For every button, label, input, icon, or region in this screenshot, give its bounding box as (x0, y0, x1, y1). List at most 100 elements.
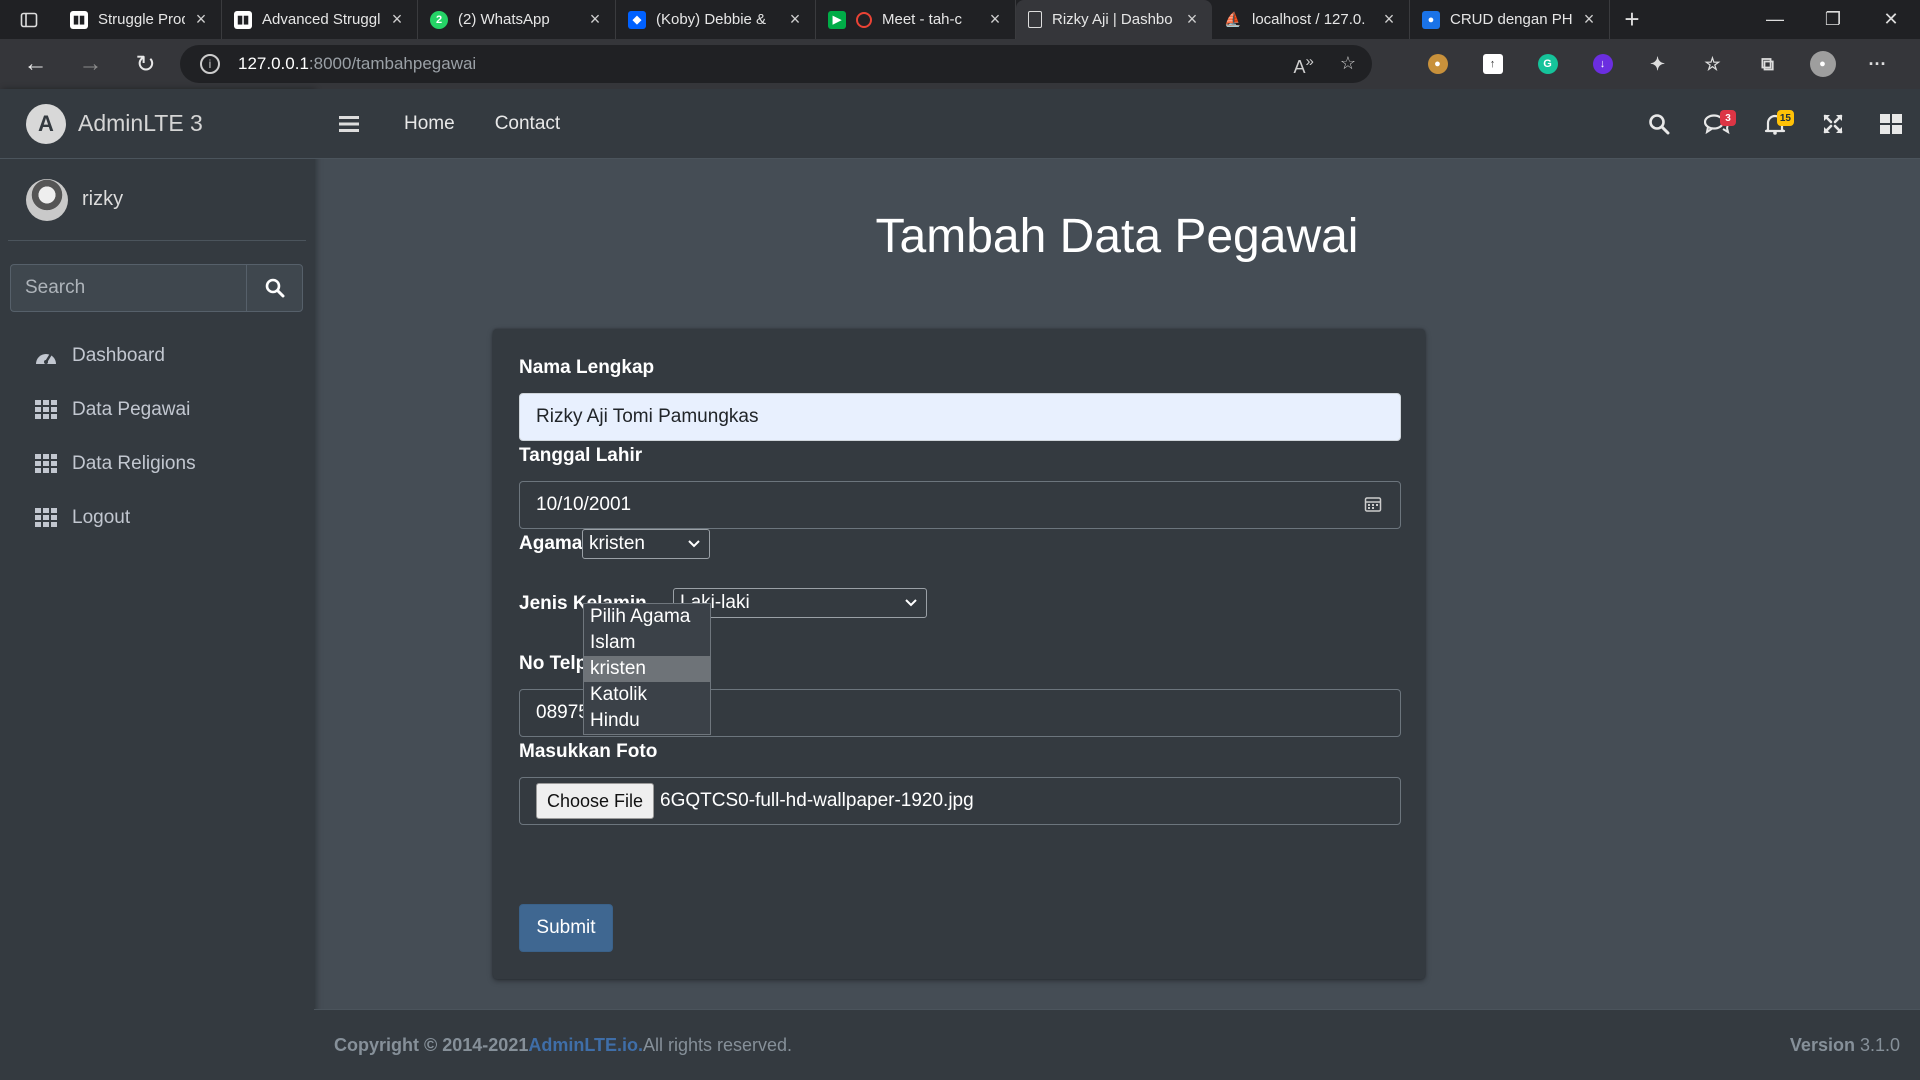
read-aloud-icon[interactable]: A» (1294, 53, 1314, 78)
chevron-down-icon (688, 540, 700, 548)
close-tab-icon[interactable]: × (1379, 9, 1399, 30)
tab-title: (2) WhatsApp (458, 11, 550, 28)
notifications-button[interactable]: 15 (1746, 89, 1804, 159)
sidebar-search-input[interactable]: Search (10, 264, 246, 312)
agama-option[interactable]: Katolik (584, 682, 710, 708)
browser-tab-active[interactable]: Rizky Aji | Dashbo × (1016, 0, 1212, 39)
brand-link[interactable]: A AdminLTE 3 (0, 89, 314, 159)
collections-icon[interactable]: ⧉ (1740, 54, 1795, 74)
main-footer: Copyright © 2014-2021 AdminLTE.io. All r… (314, 1009, 1920, 1080)
tanggal-value: 10/10/2001 (536, 494, 632, 515)
recording-icon (856, 11, 872, 28)
phpmyadmin-icon: ⛵ (1224, 11, 1242, 27)
jenis-kelamin-select[interactable]: Laki-laki (673, 588, 927, 618)
extensions-bar: ● ↑ G ↓ ✦ ☆ ⧉ ● ··· (1410, 39, 1905, 89)
search-icon (265, 278, 284, 298)
more-options-icon[interactable]: ··· (1850, 54, 1905, 74)
navbar-search-button[interactable] (1630, 89, 1688, 159)
download-extension-icon[interactable]: ↓ (1575, 54, 1630, 74)
forward-icon[interactable]: → (63, 50, 118, 78)
close-tab-icon[interactable]: × (387, 9, 407, 30)
control-sidebar-button[interactable] (1862, 89, 1920, 159)
tab-title: Meet - tah-c (882, 11, 963, 28)
nav-home-link[interactable]: Home (384, 113, 475, 135)
agama-option-selected[interactable]: kristen (584, 656, 710, 682)
agama-label: Agama (519, 533, 583, 554)
browser-tab[interactable]: ▮▮ Struggle Prod. | Tr × (58, 0, 222, 39)
submit-button[interactable]: Submit (519, 904, 613, 952)
close-tab-icon[interactable]: × (191, 9, 211, 30)
version-label: Version (1789, 1034, 1855, 1055)
extension-icon[interactable]: ↑ (1465, 54, 1520, 74)
messages-button[interactable]: 3 (1688, 89, 1746, 159)
back-icon[interactable]: ← (8, 50, 63, 78)
url-path: :8000/tambahpegawai (308, 54, 477, 73)
sidebar-item-data-religions[interactable]: Data Religions (0, 437, 314, 491)
foto-file-input[interactable]: Choose File 6GQTCS0-full-hd-wallpaper-19… (519, 777, 1401, 825)
sidebar-item-data-pegawai[interactable]: Data Pegawai (0, 383, 314, 437)
grid-icon (34, 508, 58, 528)
close-tab-icon[interactable]: × (1579, 9, 1599, 30)
adminlte-link[interactable]: AdminLTE.io. (528, 1035, 643, 1056)
close-window-icon[interactable]: ✕ (1862, 0, 1920, 39)
site-info-icon[interactable]: i (200, 54, 220, 74)
agama-select[interactable]: kristen (582, 529, 710, 559)
trello-icon: ▮▮ (234, 10, 252, 29)
add-favorite-icon[interactable]: ☆ (1340, 53, 1356, 78)
agama-option[interactable]: Pilih Agama (584, 604, 710, 630)
address-bar[interactable]: i 127.0.0.1:8000/tambahpegawai A» ☆ (180, 45, 1372, 83)
close-tab-icon[interactable]: × (785, 9, 805, 30)
cookie-extension-icon[interactable]: ● (1410, 54, 1465, 74)
tanggal-input[interactable]: 10/10/2001 (519, 481, 1401, 529)
menu-toggle-button[interactable] (314, 115, 384, 132)
agama-option[interactable]: Islam (584, 630, 710, 656)
close-tab-icon[interactable]: × (585, 9, 605, 30)
sidebar-menu: Dashboard Data Pegawai Data Religions Lo… (0, 329, 314, 545)
dashboard-icon (34, 346, 58, 366)
brand-logo: A (26, 103, 66, 144)
tab-title: localhost / 127.0. (1252, 11, 1366, 28)
close-tab-icon[interactable]: × (985, 9, 1005, 30)
window-controls: — ❐ ✕ (1746, 0, 1920, 39)
sidebar-item-label: Logout (72, 507, 131, 528)
new-tab-button[interactable]: + (1610, 4, 1654, 35)
file-name: 6GQTCS0-full-hd-wallpaper-1920.jpg (660, 790, 974, 811)
tab-title: Advanced Struggl (262, 11, 381, 28)
page-title: Tambah Data Pegawai (875, 210, 1359, 263)
close-tab-icon[interactable]: × (1182, 9, 1202, 30)
browser-tab[interactable]: ⛵ localhost / 127.0. × (1212, 0, 1410, 39)
navbar-right: 3 15 (1630, 89, 1920, 159)
browser-tab[interactable]: ● CRUD dengan PH × (1410, 0, 1610, 39)
sidebar-item-dashboard[interactable]: Dashboard (0, 329, 314, 383)
choose-file-button[interactable]: Choose File (536, 783, 655, 819)
grammarly-icon[interactable]: G (1520, 54, 1575, 74)
browser-tab[interactable]: 2 (2) WhatsApp × (418, 0, 616, 39)
agama-option[interactable]: Hindu (584, 708, 710, 734)
sidebar-item-logout[interactable]: Logout (0, 491, 314, 545)
restore-icon[interactable]: ❐ (1804, 0, 1862, 39)
tanggal-label: Tanggal Lahir (519, 445, 643, 466)
minimize-icon[interactable]: — (1746, 0, 1804, 39)
browser-tab[interactable]: ▶ Meet - tah-c × (816, 0, 1016, 39)
profile-icon[interactable]: ● (1795, 51, 1850, 77)
tab-title: (Koby) Debbie & (656, 11, 767, 28)
extensions-puzzle-icon[interactable]: ✦ (1630, 54, 1685, 74)
page-icon (1028, 11, 1042, 28)
tab-title: CRUD dengan PH (1450, 11, 1573, 28)
nama-label: Nama Lengkap (519, 357, 655, 378)
calendar-icon[interactable] (1364, 495, 1382, 513)
sidebar-search-button[interactable] (246, 264, 303, 312)
nama-input[interactable]: Rizky Aji Tomi Pamungkas (519, 393, 1401, 441)
user-panel[interactable]: rizky (8, 159, 306, 241)
fullscreen-button[interactable] (1804, 89, 1862, 159)
browser-tab[interactable]: ◆ (Koby) Debbie & × (616, 0, 816, 39)
favorites-icon[interactable]: ☆ (1685, 54, 1740, 74)
nav-contact-link[interactable]: Contact (475, 113, 580, 135)
reload-icon[interactable]: ↻ (118, 50, 173, 79)
site-icon: ● (1422, 10, 1440, 29)
content-wrapper: Tambah Data Pegawai Nama Lengkap Rizky A… (314, 159, 1920, 1009)
browser-tab[interactable]: ▮▮ Advanced Struggl × (222, 0, 418, 39)
tab-actions-button[interactable] (0, 0, 58, 39)
brand-text: AdminLTE 3 (78, 110, 203, 136)
avatar (26, 178, 68, 221)
